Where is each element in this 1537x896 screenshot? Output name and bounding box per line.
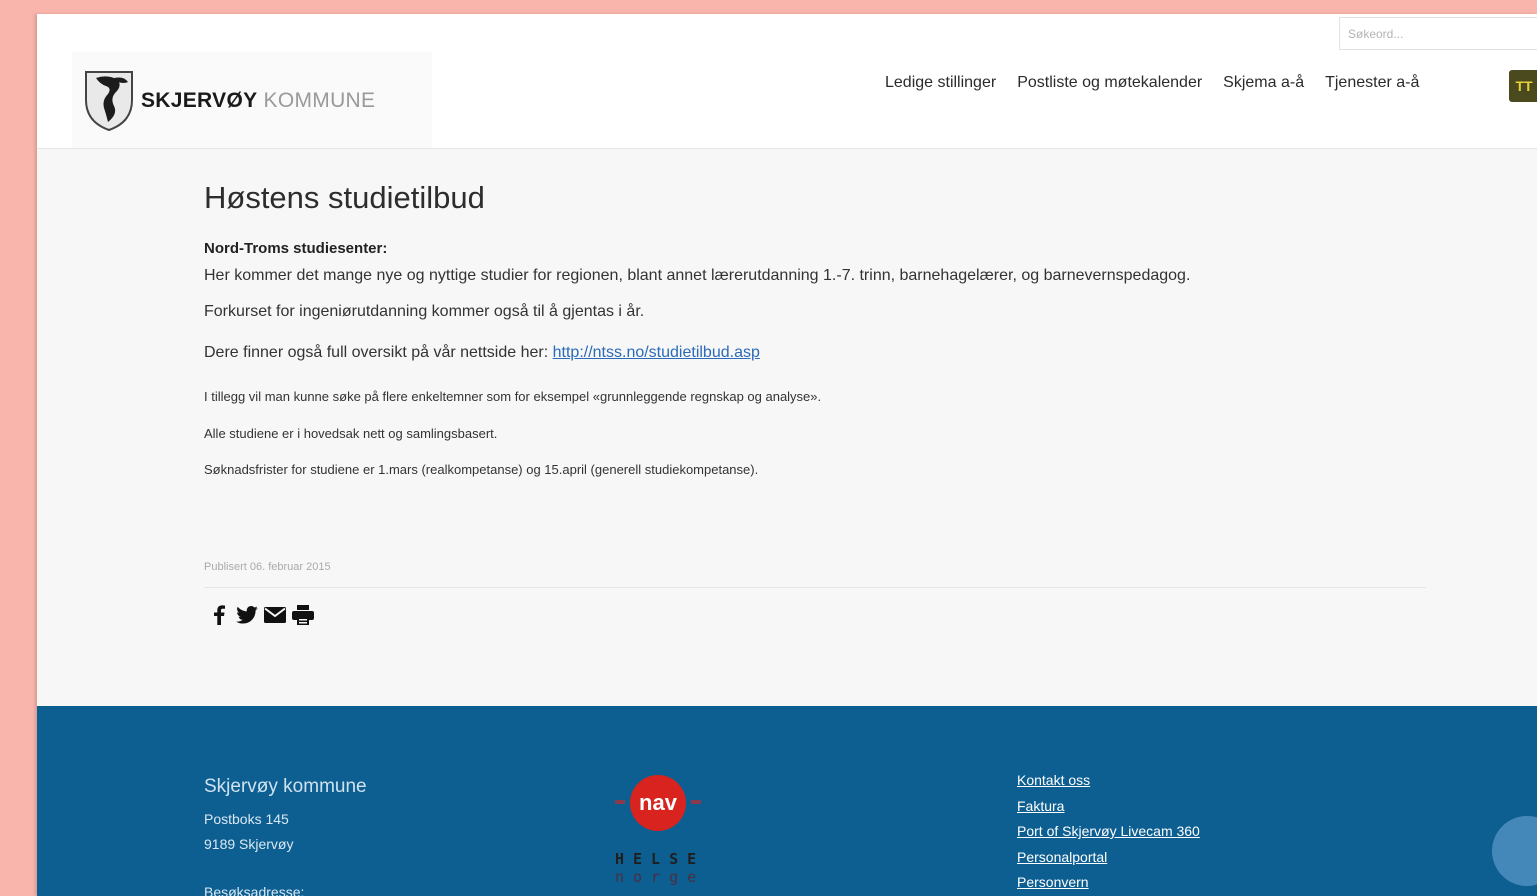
footer-visit-address-label: Besøksadresse: <box>204 884 305 896</box>
footer-address-line: 9189 Skjervøy <box>204 836 294 852</box>
print-icon[interactable] <box>292 604 314 626</box>
footer-link-personvern[interactable]: Personvern <box>1017 870 1200 896</box>
helsenorge-logo[interactable]: HELSE norge <box>615 850 705 886</box>
text-size-button[interactable]: ТT <box>1509 70 1537 102</box>
studietilbud-link[interactable]: http://ntss.no/studietilbud.asp <box>553 344 760 361</box>
footer-links: Kontakt oss Faktura Port of Skjervøy Liv… <box>1017 768 1200 896</box>
search-input[interactable] <box>1339 17 1537 50</box>
facebook-icon[interactable] <box>208 604 230 626</box>
helsenorge-line-2: norge <box>615 868 706 886</box>
site-footer: Skjervøy kommune Postboks 145 9189 Skjer… <box>37 706 1537 896</box>
page-title: Høstens studietilbud <box>204 180 485 215</box>
nav-tjenester[interactable]: Tjenester a-å <box>1325 74 1419 92</box>
page: SKJERVØY KOMMUNE Ledige stillinger Postl… <box>37 14 1537 896</box>
article: Høstens studietilbud Nord-Troms studiese… <box>204 180 1464 625</box>
brand-bold: SKJERVØY <box>141 89 258 112</box>
nav-logo[interactable]: nav <box>615 774 707 834</box>
share-bar <box>208 604 314 626</box>
footer-municipality-name: Skjervøy kommune <box>204 776 367 797</box>
brand-name: SKJERVØY KOMMUNE <box>141 89 375 113</box>
footer-address-line: Postboks 145 <box>204 811 289 827</box>
main-nav: Ledige stillinger Postliste og møtekalen… <box>885 74 1440 92</box>
footer-link-personalportal[interactable]: Personalportal <box>1017 845 1200 871</box>
article-paragraph-3-text: Dere finner også full oversikt på vår ne… <box>204 344 553 361</box>
article-paragraph-2: Forkurset for ingeniørutdanning kommer o… <box>204 303 645 320</box>
site-logo[interactable]: SKJERVØY KOMMUNE <box>72 52 432 148</box>
article-subheading: Nord-Troms studiesenter: <box>204 240 388 257</box>
twitter-icon[interactable] <box>236 604 258 626</box>
article-paragraph-3: Dere finner også full oversikt på vår ne… <box>204 344 760 362</box>
published-date: Publisert 06. februar 2015 <box>204 561 331 573</box>
nav-skjema[interactable]: Skjema a-å <box>1223 74 1304 92</box>
nav-ledige-stillinger[interactable]: Ledige stillinger <box>885 74 996 92</box>
article-paragraph-1: Her kommer det mange nye og nyttige stud… <box>204 267 1191 284</box>
footer-link-kontakt[interactable]: Kontakt oss <box>1017 768 1200 794</box>
article-paragraph-4: I tillegg vil man kunne søke på flere en… <box>204 389 822 404</box>
footer-link-livecam[interactable]: Port of Skjervøy Livecam 360 <box>1017 819 1200 845</box>
brand-light: KOMMUNE <box>263 89 376 112</box>
divider <box>204 587 1426 588</box>
helsenorge-line-1: HELSE <box>615 850 706 868</box>
nav-postliste[interactable]: Postliste og møtekalender <box>1017 74 1202 92</box>
chat-button[interactable] <box>1492 816 1537 886</box>
coat-of-arms-icon <box>85 71 133 132</box>
email-icon[interactable] <box>264 604 286 626</box>
footer-link-faktura[interactable]: Faktura <box>1017 794 1200 820</box>
nav-logo-text: nav <box>639 790 678 815</box>
article-paragraph-6: Søknadsfrister for studiene er 1.mars (r… <box>204 462 759 477</box>
site-header: SKJERVØY KOMMUNE Ledige stillinger Postl… <box>37 14 1537 149</box>
article-paragraph-5: Alle studiene er i hovedsak nett og saml… <box>204 426 498 441</box>
